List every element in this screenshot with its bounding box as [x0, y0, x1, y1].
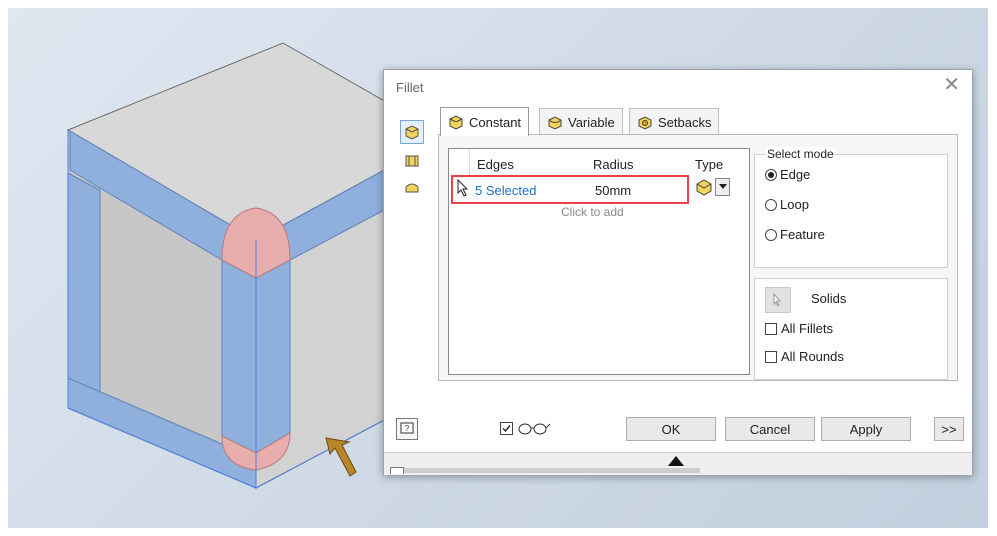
radio-feature-label: Feature	[780, 227, 825, 242]
all-rounds-label: All Rounds	[781, 349, 844, 364]
preview-toggle[interactable]	[500, 421, 551, 435]
svg-text:?: ?	[405, 424, 410, 433]
constant-fillet-icon	[449, 115, 463, 130]
ok-button[interactable]: OK	[626, 417, 716, 441]
faces-mode-button[interactable]	[400, 148, 424, 172]
status-box	[390, 467, 404, 474]
apply-button[interactable]: Apply	[821, 417, 911, 441]
all-rounds-box[interactable]	[765, 350, 777, 363]
cancel-button[interactable]: Cancel	[725, 417, 815, 441]
dialog-title: Fillet	[396, 80, 424, 95]
help-button[interactable]: ?	[396, 418, 418, 440]
click-to-add-placeholder[interactable]: Click to add	[561, 205, 624, 219]
dialog-footer-strip	[384, 452, 972, 475]
solids-select-button[interactable]	[765, 287, 791, 313]
radio-feature[interactable]: Feature	[765, 227, 825, 242]
column-type: Type	[695, 157, 724, 172]
radio-feature-dot[interactable]	[765, 228, 777, 241]
checkbox-all-rounds[interactable]: All Rounds	[765, 349, 844, 364]
type-dropdown-button[interactable]	[715, 178, 730, 196]
radius-cell[interactable]: 50mm	[595, 183, 631, 198]
full-round-mode-button[interactable]	[400, 176, 424, 200]
edges-table[interactable]: Edges Radius Type 5 Selected 50mm Click …	[448, 148, 750, 375]
tab-variable[interactable]: Variable	[539, 108, 623, 135]
column-edges: Edges	[477, 157, 514, 172]
fillet-edge-icon	[405, 125, 419, 140]
radio-edge-label: Edge	[780, 167, 811, 182]
help-icon: ?	[400, 422, 414, 434]
tab-setbacks-label: Setbacks	[658, 114, 712, 130]
preview-checkbox[interactable]	[500, 421, 513, 435]
face-fillet-icon	[405, 155, 419, 167]
tab-constant-label: Constant	[469, 114, 522, 130]
type-cell[interactable]	[695, 178, 730, 196]
all-fillets-box[interactable]	[765, 322, 777, 335]
fillet-dialog: Fillet ✕ Constant Variable Setbacks Edge…	[383, 69, 973, 475]
radio-loop-dot[interactable]	[765, 198, 777, 211]
select-arrow-icon	[773, 293, 782, 307]
close-icon[interactable]: ✕	[943, 75, 960, 95]
fillet-left-edge	[67, 172, 101, 394]
column-radius: Radius	[593, 157, 634, 172]
setback-icon	[638, 116, 652, 130]
fillet-type-icon	[696, 179, 712, 196]
select-mode-group: Select mode Edge Loop Feature	[754, 147, 948, 268]
tab-constant[interactable]: Constant	[440, 107, 530, 136]
table-header: Edges Radius Type	[449, 149, 749, 177]
full-round-fillet-icon	[405, 183, 419, 193]
select-mode-label: Select mode	[765, 147, 836, 161]
radio-loop-label: Loop	[780, 197, 809, 212]
tab-setbacks[interactable]: Setbacks	[629, 108, 720, 135]
glasses-icon	[518, 423, 551, 435]
chevron-down-icon	[718, 184, 727, 189]
progress-strip	[404, 468, 700, 473]
expand-more-button[interactable]: >>	[934, 417, 964, 441]
radio-edge[interactable]: Edge	[765, 167, 810, 182]
cursor-arrow-icon	[457, 179, 469, 197]
all-fillets-label: All Fillets	[781, 321, 834, 336]
solids-group: Solids All Fillets All Rounds	[754, 278, 948, 380]
solids-label: Solids	[811, 291, 847, 306]
edges-mode-button[interactable]	[400, 120, 424, 144]
table-row[interactable]: 5 Selected 50mm	[451, 175, 689, 204]
radio-edge-dot[interactable]	[765, 168, 777, 181]
checkbox-all-fillets[interactable]: All Fillets	[765, 321, 833, 336]
tab-variable-label: Variable	[568, 114, 615, 130]
variable-fillet-icon	[548, 116, 562, 130]
expand-up-icon[interactable]	[668, 456, 684, 466]
edges-selected-cell[interactable]: 5 Selected	[475, 183, 536, 198]
direction-arrow	[325, 437, 357, 477]
radio-loop[interactable]: Loop	[765, 197, 809, 212]
